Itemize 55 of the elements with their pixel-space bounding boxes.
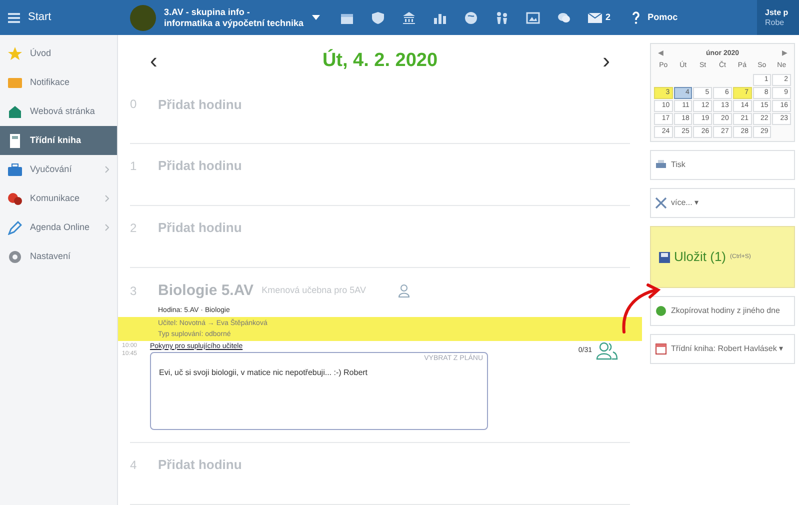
pen-icon xyxy=(8,220,22,234)
start-menu-button[interactable]: Start xyxy=(0,0,118,35)
envelope-icon xyxy=(8,76,22,90)
next-day-button[interactable]: › xyxy=(602,44,610,78)
lesson-number: 4 xyxy=(130,457,138,474)
chevron-icon xyxy=(105,166,109,173)
book-icon xyxy=(8,134,22,148)
caret-icon xyxy=(312,15,320,20)
globe-icon[interactable] xyxy=(464,10,478,24)
chat-icon xyxy=(8,192,22,206)
help-icon xyxy=(632,11,640,24)
calendar-icon xyxy=(655,343,667,355)
settings-icon xyxy=(8,250,22,264)
previous-day-button[interactable]: ‹ xyxy=(150,44,158,78)
lesson-room: Kmenová učebna pro 5AV xyxy=(262,284,366,298)
lesson-number: 0 xyxy=(130,96,138,114)
lesson-subject: Biologie 5.AV xyxy=(158,280,254,301)
date-title: Út, 4. 2. 2020 xyxy=(322,48,438,73)
avatar xyxy=(130,4,156,30)
lesson-number: 2 xyxy=(130,220,138,237)
sidebar-item[interactable]: Notifikace xyxy=(0,68,117,97)
sidebar-item[interactable]: Vyučování xyxy=(0,155,117,184)
print-button[interactable]: Tisk xyxy=(650,150,795,180)
chevron-icon xyxy=(105,224,109,231)
messages-button[interactable]: 2 xyxy=(588,10,611,24)
sidebar-item[interactable]: Webová stránka xyxy=(0,97,117,126)
note-text: Evi, uč si svoji biologii, v matice nic nepotřebuji... :-) Robert xyxy=(159,368,368,378)
more-button[interactable]: více... ▾ xyxy=(650,188,795,218)
briefcase-icon xyxy=(8,162,22,176)
chevron-icon xyxy=(105,195,109,202)
sidebar-item[interactable]: Agenda Online xyxy=(0,213,117,242)
people-icon[interactable] xyxy=(494,10,509,24)
sidebar-item[interactable]: Třídní kniha xyxy=(0,126,117,155)
printer-icon xyxy=(655,159,667,171)
sidebar-item[interactable]: Komunikace xyxy=(0,184,117,213)
person-icon xyxy=(398,284,410,298)
shield-icon[interactable] xyxy=(370,10,385,24)
picture-icon[interactable] xyxy=(526,10,540,24)
chat-icon[interactable] xyxy=(556,10,571,24)
lesson-number: 3 xyxy=(130,283,138,300)
tools-icon xyxy=(655,197,667,209)
people-icon xyxy=(596,342,618,360)
envelope-icon xyxy=(588,12,602,22)
book-button[interactable]: Třídní kniha: Robert Havlásek ▾ xyxy=(650,334,795,364)
menu-icon xyxy=(8,12,20,22)
building-icon[interactable] xyxy=(402,10,416,24)
help-button[interactable]: Pomoc xyxy=(632,10,678,24)
sidebar-item[interactable]: Úvod xyxy=(0,39,117,68)
user-menu[interactable]: Jste p Robe xyxy=(757,0,799,35)
lesson-number: 1 xyxy=(130,158,138,176)
house-icon xyxy=(8,104,22,118)
group-selector[interactable]: 3.AV - skupina info - informatika a výpočetní technika xyxy=(164,6,320,28)
star-icon xyxy=(8,46,22,60)
sidebar-item[interactable]: Nastavení xyxy=(0,242,117,271)
copy-button[interactable]: Zkopírovat hodiny z jiného dne xyxy=(650,296,795,326)
